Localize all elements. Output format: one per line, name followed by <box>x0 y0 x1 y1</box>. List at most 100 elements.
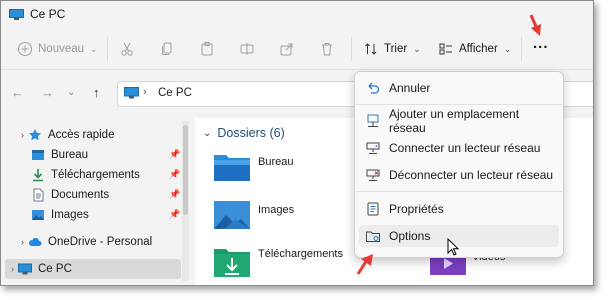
desktop-folder-icon <box>31 148 45 162</box>
network-drive-icon <box>366 142 380 154</box>
menu-divider <box>356 104 562 105</box>
folder-label-pictures[interactable]: Images <box>258 204 294 216</box>
chevron-right-icon: › <box>11 264 14 274</box>
menu-item-map-network-drive[interactable]: Connecter un lecteur réseau <box>359 137 559 159</box>
menu-item-options[interactable]: Options <box>359 225 559 247</box>
nav-item-label: OneDrive - Personal <box>48 236 153 248</box>
pin-icon[interactable]: 📌 <box>169 169 180 180</box>
forward-arrow-icon[interactable]: → <box>41 85 54 100</box>
menu-divider <box>356 191 562 192</box>
command-bar: Nouveau ⌄ Trier ⌄ Afficher ⌄ ... <box>1 29 593 70</box>
folder-label-desktop[interactable]: Bureau <box>258 156 293 168</box>
up-arrow-icon[interactable]: ↑ <box>93 85 100 100</box>
menu-item-label: Déconnecter un lecteur réseau <box>389 168 554 182</box>
chevron-down-icon: ⌄ <box>503 43 512 54</box>
this-pc-icon <box>18 262 32 276</box>
star-icon <box>28 128 42 142</box>
this-pc-icon <box>124 87 139 99</box>
new-button[interactable]: Nouveau ⌄ <box>17 39 98 59</box>
network-location-icon <box>367 114 379 127</box>
rename-button[interactable] <box>239 39 255 59</box>
sort-button-label: Trier <box>384 43 408 55</box>
window-title: Ce PC <box>30 7 66 21</box>
chevron-right-icon: › <box>21 130 24 140</box>
disconnect-drive-icon <box>366 169 380 181</box>
nav-item-label: Bureau <box>51 149 89 161</box>
copy-icon <box>162 42 172 55</box>
pin-icon[interactable]: 📌 <box>169 189 180 200</box>
menu-item-label: Annuler <box>389 81 431 95</box>
nav-item-label: Documents <box>51 189 110 201</box>
chevron-down-icon: ⌄ <box>90 43 98 54</box>
document-icon <box>31 188 45 202</box>
toolbar-divider <box>107 37 108 61</box>
menu-item-label: Options <box>389 229 431 243</box>
this-pc-icon <box>9 9 24 20</box>
nav-item-desktop[interactable]: Bureau <box>31 145 88 165</box>
sort-button[interactable]: Trier ⌄ <box>363 39 421 59</box>
toolbar-divider <box>351 37 352 61</box>
nav-scrollbar-thumb[interactable] <box>183 125 188 215</box>
menu-item-label: Ajouter un emplacement réseau <box>388 107 520 135</box>
delete-button[interactable] <box>319 39 335 59</box>
folders-group-header[interactable]: ⌄ Dossiers (6) <box>203 126 285 140</box>
scissors-icon <box>121 42 133 56</box>
nav-item-pictures[interactable]: Images <box>31 205 89 225</box>
folder-label-downloads[interactable]: Téléchargements <box>258 248 343 260</box>
view-list-icon <box>439 43 452 55</box>
downloads-folder-icon[interactable] <box>213 245 251 279</box>
new-button-label: Nouveau <box>38 43 85 55</box>
view-button-label: Afficher <box>459 43 498 55</box>
pin-icon[interactable]: 📌 <box>169 149 180 160</box>
undo-icon <box>368 82 380 94</box>
breadcrumb: Ce PC <box>158 87 192 99</box>
trash-icon <box>322 43 332 56</box>
pictures-icon <box>31 208 45 222</box>
menu-item-label: Propriétés <box>389 202 444 216</box>
annotation-arrow-icon <box>529 14 541 36</box>
download-icon <box>31 168 45 182</box>
menu-item-label: Connecter un lecteur réseau <box>389 141 541 155</box>
nav-item-label: Accès rapide <box>48 129 115 141</box>
chevron-down-icon: ⌄ <box>203 127 212 139</box>
back-arrow-icon[interactable]: ← <box>11 85 24 100</box>
cloud-icon <box>28 235 42 249</box>
nav-item-label: Images <box>51 209 89 221</box>
nav-item-quick-access[interactable]: › Accès rapide <box>21 125 114 145</box>
nav-item-downloads[interactable]: Téléchargements <box>31 165 140 185</box>
rename-icon <box>240 43 254 55</box>
address-bar[interactable]: › Ce PC <box>117 81 359 107</box>
cut-button[interactable] <box>119 39 135 59</box>
more-options-menu: Annuler Ajouter un emplacement réseau Co… <box>354 71 564 258</box>
chevron-down-icon: ⌄ <box>413 43 421 54</box>
copy-button[interactable] <box>159 39 175 59</box>
annotation-arrow-icon <box>356 254 373 275</box>
clipboard-icon <box>201 42 213 56</box>
nav-item-onedrive[interactable]: › OneDrive - Personal <box>21 232 152 252</box>
toolbar-divider <box>521 37 522 61</box>
menu-item-properties[interactable]: Propriétés <box>359 198 559 220</box>
menu-item-add-network-location[interactable]: Ajouter un emplacement réseau <box>359 107 559 135</box>
menu-item-undo[interactable]: Annuler <box>359 77 559 99</box>
share-button[interactable] <box>279 39 295 59</box>
pictures-folder-icon[interactable] <box>213 197 251 231</box>
desktop-folder-icon[interactable] <box>213 151 251 183</box>
chevron-right-icon: › <box>21 237 24 247</box>
nav-item-documents[interactable]: Documents <box>31 185 109 205</box>
chevron-down-icon[interactable]: ⌄ <box>67 87 75 98</box>
mouse-cursor-icon <box>447 238 459 256</box>
properties-icon <box>367 202 379 216</box>
group-title: Dossiers (6) <box>217 126 285 140</box>
folder-options-icon <box>366 231 380 242</box>
breadcrumb-chevron-icon: › <box>143 86 147 98</box>
nav-item-this-pc[interactable]: › Ce PC <box>11 259 72 279</box>
nav-item-label: Téléchargements <box>51 169 140 181</box>
menu-item-disconnect-network-drive[interactable]: Déconnecter un lecteur réseau <box>359 164 559 186</box>
share-icon <box>280 43 293 56</box>
paste-button[interactable] <box>199 39 215 59</box>
plus-circle-icon <box>18 42 32 56</box>
title-bar: Ce PC <box>1 1 593 29</box>
file-explorer-window: Ce PC Nouveau ⌄ Trier ⌄ Afficher ⌄ ... ←… <box>0 0 594 286</box>
view-button[interactable]: Afficher ⌄ <box>438 39 511 59</box>
pin-icon[interactable]: 📌 <box>169 209 180 220</box>
